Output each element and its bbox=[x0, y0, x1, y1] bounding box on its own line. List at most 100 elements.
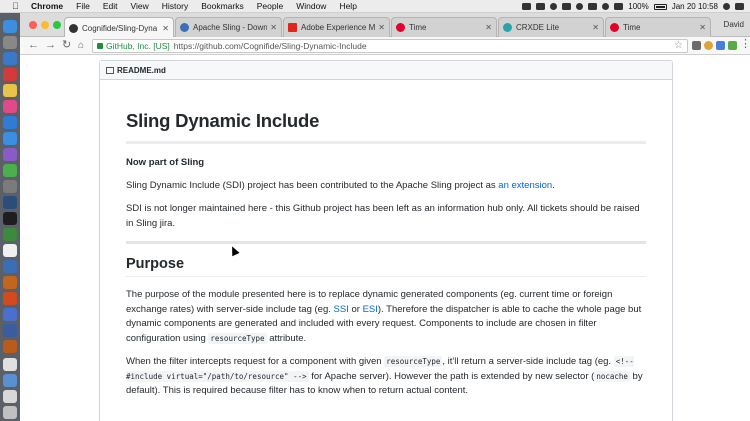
book-icon bbox=[106, 66, 114, 74]
filter-text: When the filter intercepts request for a… bbox=[126, 356, 385, 367]
menu-edit[interactable]: Edit bbox=[103, 1, 118, 11]
home-icon[interactable]: ⌂ bbox=[78, 40, 84, 51]
readme-article: Sling Dynamic Include Now part of Sling … bbox=[100, 110, 672, 399]
close-icon[interactable]: ✕ bbox=[592, 23, 599, 32]
menu-people[interactable]: People bbox=[257, 1, 283, 11]
folder-icon[interactable] bbox=[3, 390, 17, 403]
search-icon[interactable] bbox=[723, 3, 730, 10]
intro-text: Sling Dynamic Include (SDI) project has … bbox=[126, 179, 499, 191]
volume-icon[interactable] bbox=[614, 3, 624, 10]
extension-icon[interactable] bbox=[728, 41, 737, 50]
back-arrow-icon[interactable]: ← bbox=[28, 40, 39, 51]
dropbox-icon[interactable] bbox=[522, 3, 532, 10]
tab-crxde-lite[interactable]: CRXDE Lite ✕ bbox=[498, 17, 604, 37]
chrome-icon[interactable] bbox=[3, 164, 17, 177]
tab-apache-sling[interactable]: Apache Sling - Downl ✕ bbox=[175, 17, 282, 37]
menu-app-name[interactable]: Chrome bbox=[31, 1, 63, 11]
readme-filename: README.md bbox=[117, 65, 166, 75]
dock bbox=[0, 13, 20, 421]
zoom-window-icon[interactable] bbox=[53, 21, 61, 29]
extension-shield-icon[interactable] bbox=[692, 41, 701, 50]
bluetooth-icon[interactable] bbox=[588, 3, 598, 10]
display-icon[interactable] bbox=[562, 3, 572, 10]
status-area: 100% Jan 20 10:58 bbox=[522, 0, 744, 13]
menu-window[interactable]: Window bbox=[296, 1, 326, 11]
menu-view[interactable]: View bbox=[130, 1, 148, 11]
sourcetree-icon[interactable] bbox=[3, 228, 17, 241]
close-window-icon[interactable] bbox=[29, 21, 37, 29]
menu-bookmarks[interactable]: Bookmarks bbox=[201, 1, 244, 11]
sling-icon bbox=[180, 23, 189, 32]
terminal-icon[interactable] bbox=[3, 212, 17, 225]
menu-help[interactable]: Help bbox=[339, 1, 356, 11]
menu-history[interactable]: History bbox=[162, 1, 188, 11]
sublime-icon[interactable] bbox=[3, 276, 17, 289]
downloads-icon[interactable] bbox=[3, 374, 17, 387]
trash-icon[interactable] bbox=[3, 406, 17, 419]
launchpad-icon[interactable] bbox=[3, 36, 17, 49]
reload-icon[interactable]: ↻ bbox=[62, 40, 71, 51]
wifi-icon[interactable] bbox=[602, 3, 610, 10]
mail-icon[interactable] bbox=[3, 116, 17, 129]
itunes-icon[interactable] bbox=[3, 100, 17, 113]
app-store-icon[interactable] bbox=[3, 132, 17, 145]
postman-icon[interactable] bbox=[3, 324, 17, 337]
battery-percent: 100% bbox=[628, 2, 649, 11]
xcode-icon[interactable] bbox=[3, 260, 17, 273]
minimize-window-icon[interactable] bbox=[41, 21, 49, 29]
keepass-icon[interactable] bbox=[3, 308, 17, 321]
vlc-icon[interactable] bbox=[3, 292, 17, 305]
battery-icon[interactable] bbox=[653, 3, 667, 10]
tab-title: Apache Sling - Downl bbox=[193, 23, 268, 32]
forward-arrow-icon[interactable]: → bbox=[45, 40, 56, 51]
timer-icon[interactable] bbox=[550, 3, 558, 10]
preview-icon[interactable] bbox=[3, 180, 17, 193]
chrome-menu-icon[interactable]: ⋮ bbox=[740, 39, 750, 50]
intellij-icon[interactable] bbox=[3, 196, 17, 209]
notes-icon[interactable] bbox=[3, 84, 17, 97]
safari-icon[interactable] bbox=[3, 52, 17, 65]
tab-time-1[interactable]: Time ✕ bbox=[391, 17, 497, 37]
profile-button[interactable]: David bbox=[724, 20, 744, 29]
close-icon[interactable]: ✕ bbox=[270, 23, 277, 32]
filter-text: , it'll return a server-side include tag… bbox=[442, 356, 614, 367]
apple-menu-icon[interactable]:  bbox=[12, 1, 22, 11]
close-icon[interactable]: ✕ bbox=[162, 24, 169, 33]
close-icon[interactable]: ✕ bbox=[699, 23, 706, 32]
close-icon[interactable]: ✕ bbox=[485, 23, 492, 32]
notification-center-icon[interactable] bbox=[735, 3, 744, 10]
bookmark-star-icon[interactable]: ☆ bbox=[674, 40, 683, 51]
time-machine-icon[interactable] bbox=[576, 3, 584, 10]
tab-time-2[interactable]: Time ✕ bbox=[605, 17, 711, 37]
readme-box: README.md Sling Dynamic Include Now part… bbox=[99, 60, 673, 421]
menu-file[interactable]: File bbox=[76, 1, 90, 11]
intro-end: . bbox=[552, 179, 555, 191]
page-title: Sling Dynamic Include bbox=[126, 110, 646, 144]
messages-icon[interactable] bbox=[3, 148, 17, 161]
purpose-paragraph: The purpose of the module presented here… bbox=[126, 288, 646, 346]
address-bar[interactable]: GitHub, Inc. [US] https://github.com/Cog… bbox=[92, 39, 688, 53]
close-icon[interactable]: ✕ bbox=[378, 23, 385, 32]
intro-paragraph: Sling Dynamic Include (SDI) project has … bbox=[126, 179, 646, 194]
app-icon[interactable] bbox=[3, 340, 17, 353]
finder-icon[interactable] bbox=[3, 20, 17, 33]
page-viewport: README.md Sling Dynamic Include Now part… bbox=[20, 55, 750, 421]
purpose-text: or bbox=[348, 303, 363, 315]
certificate-label: GitHub, Inc. [US] bbox=[106, 41, 170, 51]
textedit-icon[interactable] bbox=[3, 244, 17, 257]
tab-github[interactable]: Cognifide/Sling-Dyna ✕ bbox=[64, 17, 174, 38]
filter-paragraph: When the filter intercepts request for a… bbox=[126, 355, 646, 399]
tab-adobe-experience[interactable]: Adobe Experience Ma ✕ bbox=[283, 17, 390, 37]
calendar-icon[interactable] bbox=[3, 68, 17, 81]
extension-cookie-icon[interactable] bbox=[704, 41, 713, 50]
document-icon[interactable] bbox=[3, 358, 17, 371]
clock[interactable]: Jan 20 10:58 bbox=[672, 2, 718, 11]
extension-link[interactable]: an extension bbox=[498, 180, 552, 191]
code-resource-type: resourceType bbox=[384, 356, 443, 367]
extension-icon[interactable] bbox=[716, 41, 725, 50]
tab-title: Adobe Experience Ma bbox=[301, 23, 376, 32]
tab-title: Time bbox=[409, 23, 427, 32]
esi-link[interactable]: ESI bbox=[363, 304, 378, 315]
camera-icon[interactable] bbox=[536, 3, 546, 10]
ssi-link[interactable]: SSI bbox=[334, 304, 349, 315]
